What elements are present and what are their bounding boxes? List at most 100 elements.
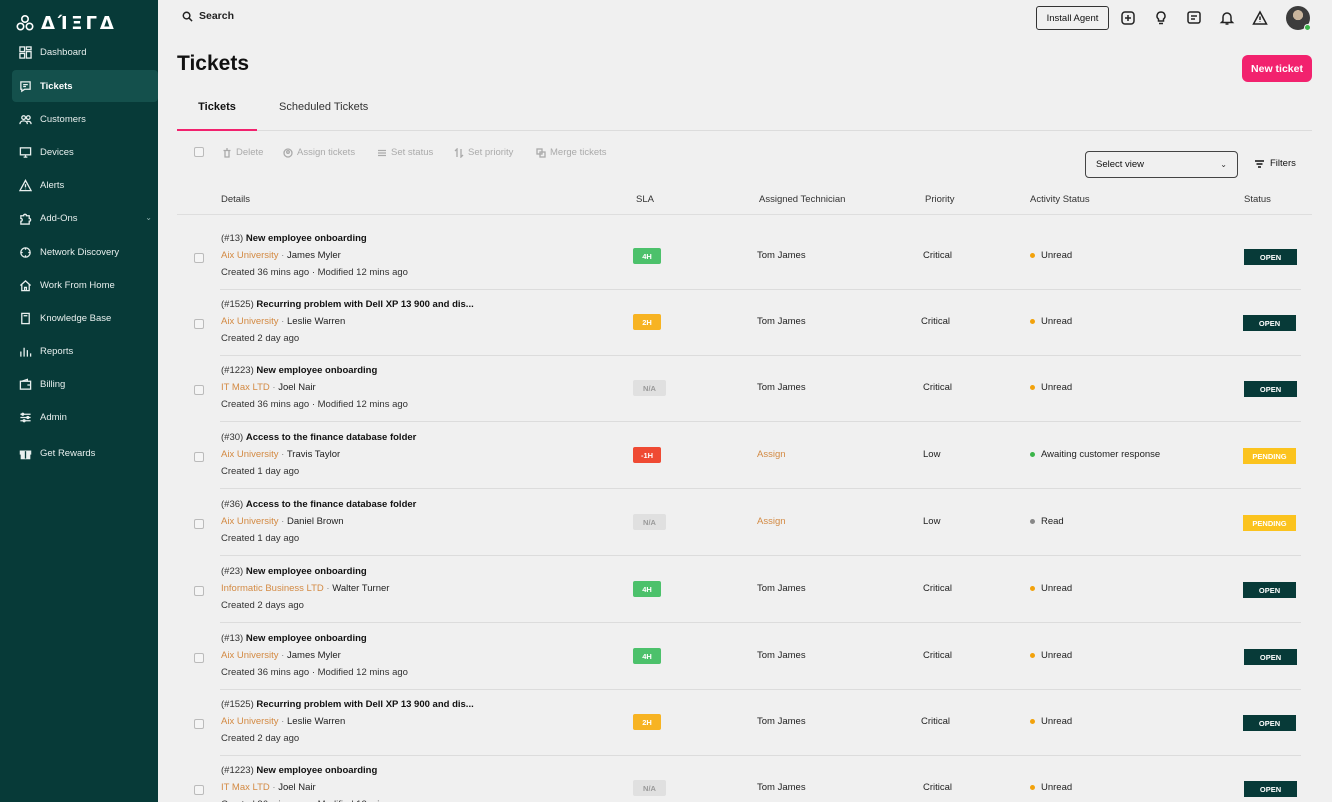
assigned-technician: Tom James (757, 583, 806, 594)
status-badge[interactable]: OPEN (1243, 582, 1296, 598)
tab-tickets[interactable]: Tickets (177, 101, 257, 131)
table-row[interactable]: (#13) New employee onboarding Aix Univers… (0, 224, 1332, 290)
status-badge[interactable]: OPEN (1244, 781, 1297, 797)
customer-link[interactable]: IT Max LTD (221, 382, 270, 393)
filters-label: Filters (1270, 158, 1296, 169)
row-checkbox[interactable] (194, 319, 204, 329)
ticket-title[interactable]: New employee onboarding (246, 633, 367, 644)
separator: · (278, 650, 287, 661)
customer-link[interactable]: Informatic Business LTD (221, 583, 324, 594)
row-checkbox[interactable] (194, 385, 204, 395)
logo[interactable]: ΔΊΞΓΔ (16, 13, 117, 34)
priority-value: Critical (921, 716, 951, 727)
delete-button[interactable]: Delete (222, 147, 263, 158)
bell-icon[interactable] (1218, 9, 1236, 27)
status-badge[interactable]: OPEN (1244, 649, 1297, 665)
select-all-checkbox[interactable] (194, 147, 204, 157)
ticket-title[interactable]: Access to the finance database folder (246, 432, 417, 443)
contact-name: James Myler (287, 250, 341, 261)
ticket-number: (#1223) (221, 765, 254, 776)
status-badge[interactable]: OPEN (1244, 249, 1297, 265)
customer-link[interactable]: IT Max LTD (221, 782, 270, 793)
status-badge[interactable]: OPEN (1244, 381, 1297, 397)
ticket-title-line[interactable]: (#23) New employee onboarding (221, 566, 367, 577)
table-row[interactable]: (#36) Access to the finance database fol… (0, 490, 1332, 556)
tab-scheduled-tickets[interactable]: Scheduled Tickets (279, 101, 368, 131)
activity-label: Read (1041, 516, 1064, 527)
ticket-title[interactable]: New employee onboarding (256, 765, 377, 776)
priority-value: Low (923, 449, 941, 460)
ticket-title-line[interactable]: (#13) New employee onboarding (221, 233, 367, 244)
status-badge[interactable]: PENDING (1243, 448, 1296, 464)
row-checkbox[interactable] (194, 653, 204, 663)
set-priority-button[interactable]: Set priority (454, 147, 513, 158)
row-checkbox[interactable] (194, 719, 204, 729)
ticket-title-line[interactable]: (#1525) Recurring problem with Dell XP 1… (221, 299, 474, 310)
lightbulb-icon[interactable] (1152, 9, 1170, 27)
table-row[interactable]: (#1525) Recurring problem with Dell XP 1… (0, 290, 1332, 356)
contact-name: Leslie Warren (287, 316, 346, 327)
customer-link[interactable]: Aix University (221, 716, 279, 727)
sidebar-item-tickets[interactable]: Tickets (12, 70, 158, 102)
ticket-title-line[interactable]: (#1223) New employee onboarding (221, 365, 377, 376)
sidebar-item-dashboard[interactable]: Dashboard (12, 36, 158, 68)
sidebar-item-devices[interactable]: Devices (12, 136, 158, 168)
select-view-dropdown[interactable]: Select view ⌄ (1085, 151, 1238, 178)
message-icon[interactable] (1185, 9, 1203, 27)
ticket-title[interactable]: Recurring problem with Dell XP 13 900 an… (256, 699, 473, 710)
activity-status: Awaiting customer response (1030, 449, 1160, 460)
ticket-title-line[interactable]: (#30) Access to the finance database fol… (221, 432, 416, 443)
customer-link[interactable]: Aix University (221, 316, 279, 327)
ticket-title-line[interactable]: (#1525) Recurring problem with Dell XP 1… (221, 699, 474, 710)
sidebar-item-customers[interactable]: Customers (12, 103, 158, 135)
search-input[interactable]: Search (182, 10, 234, 22)
table-row[interactable]: (#1223) New employee onboarding IT Max LT… (0, 756, 1332, 802)
customer-link[interactable]: Aix University (221, 650, 279, 661)
sidebar-item-alerts[interactable]: Alerts (12, 169, 158, 201)
table-row[interactable]: (#30) Access to the finance database fol… (0, 423, 1332, 489)
ticket-title[interactable]: New employee onboarding (246, 566, 367, 577)
sla-badge: N/A (633, 780, 666, 796)
ticket-title[interactable]: New employee onboarding (256, 365, 377, 376)
table-row[interactable]: (#23) New employee onboarding Informatic … (0, 557, 1332, 623)
ticket-title-line[interactable]: (#13) New employee onboarding (221, 633, 367, 644)
status-badge[interactable]: OPEN (1243, 715, 1296, 731)
ticket-title-line[interactable]: (#1223) New employee onboarding (221, 765, 377, 776)
row-checkbox[interactable] (194, 785, 204, 795)
assigned-technician[interactable]: Assign (757, 449, 786, 460)
customer-link[interactable]: Aix University (221, 516, 279, 527)
warning-icon[interactable] (1251, 9, 1269, 27)
assign-tickets-button[interactable]: Assign tickets (283, 147, 355, 158)
merge-tickets-button[interactable]: Merge tickets (536, 147, 607, 158)
row-checkbox[interactable] (194, 452, 204, 462)
new-ticket-button[interactable]: New ticket (1242, 55, 1312, 82)
sidebar-item-label: Devices (40, 146, 74, 158)
table-row[interactable]: (#1525) Recurring problem with Dell XP 1… (0, 690, 1332, 756)
priority-value: Critical (923, 250, 953, 261)
separator: · (269, 782, 279, 793)
status-badge[interactable]: PENDING (1243, 515, 1296, 531)
avatar[interactable] (1286, 6, 1311, 31)
activity-status: Unread (1030, 382, 1072, 393)
ticket-title[interactable]: New employee onboarding (246, 233, 367, 244)
ticket-title[interactable]: Recurring problem with Dell XP 13 900 an… (256, 299, 473, 310)
customer-link[interactable]: Aix University (221, 449, 279, 460)
row-checkbox[interactable] (194, 519, 204, 529)
activity-status: Unread (1030, 316, 1072, 327)
chevron-down-icon[interactable]: ⌄ (145, 213, 152, 222)
ticket-title-line[interactable]: (#36) Access to the finance database fol… (221, 499, 416, 510)
table-row[interactable]: (#1223) New employee onboarding IT Max LT… (0, 356, 1332, 422)
assigned-technician[interactable]: Assign (757, 516, 786, 527)
dashboard-icon (18, 45, 32, 59)
row-checkbox[interactable] (194, 253, 204, 263)
add-icon[interactable] (1119, 9, 1137, 27)
customer-link[interactable]: Aix University (221, 250, 279, 261)
table-row[interactable]: (#13) New employee onboarding Aix Univers… (0, 624, 1332, 690)
install-agent-button[interactable]: Install Agent (1036, 6, 1109, 30)
set-status-button[interactable]: Set status (377, 147, 433, 158)
priority-value: Critical (923, 650, 953, 661)
status-badge[interactable]: OPEN (1243, 315, 1296, 331)
filters-button[interactable]: Filters (1254, 158, 1296, 169)
ticket-title[interactable]: Access to the finance database folder (246, 499, 417, 510)
row-checkbox[interactable] (194, 586, 204, 596)
